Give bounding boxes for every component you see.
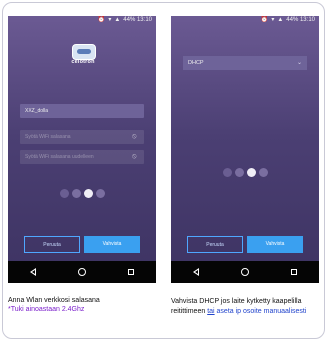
wifi-icon: ▾ [108, 17, 112, 23]
alarm-icon: ⏰ [260, 17, 269, 23]
loading-dot [83, 189, 93, 198]
loading-dot [59, 189, 69, 198]
status-text: 44% 13:10 [123, 17, 152, 23]
confirm-button[interactable]: Vahvista [84, 236, 140, 253]
loading-dot [234, 168, 244, 177]
phone-screen-wifi: ⏰ ▾ ▲ 44% 13:10 celotron XXZ_dolla Syötä… [8, 16, 156, 283]
back-icon[interactable] [27, 266, 39, 278]
logo-text: celotron [71, 59, 95, 65]
eye-off-icon[interactable]: ⦸ [132, 133, 140, 141]
status-text: 44% 13:10 [286, 17, 315, 23]
ip-mode-select[interactable]: DHCP ⌄ [183, 56, 307, 70]
recent-apps-icon[interactable] [288, 266, 300, 278]
caption-dhcp: Vahvista DHCP jos laite kytketty kaapeli… [171, 297, 321, 316]
password-placeholder: Syötä WiFi salasana [25, 134, 71, 140]
chevron-down-icon: ⌄ [296, 60, 302, 66]
ip-mode-value: DHCP [188, 60, 204, 66]
home-icon[interactable] [76, 266, 88, 278]
ssid-field[interactable]: XXZ_dolla [20, 104, 144, 118]
status-bar: ⏰ ▾ ▲ 44% 13:10 [8, 16, 156, 25]
loading-dot [246, 168, 256, 177]
eye-off-icon[interactable]: ⦸ [132, 153, 140, 161]
cancel-button[interactable]: Peruuta [24, 236, 80, 253]
loading-indicator [171, 168, 319, 178]
loading-dot [222, 168, 232, 177]
caption-wifi: Anna Wlan verkkosi salasana *Tuki ainoas… [8, 296, 158, 314]
signal-icon: ▲ [114, 17, 121, 23]
loading-dot [95, 189, 105, 198]
wifi-icon: ▾ [271, 17, 275, 23]
alarm-icon: ⏰ [97, 17, 106, 23]
loading-dot [258, 168, 268, 177]
caption-dhcp-text-2: aseta ip osoite manuaalisesti [214, 307, 307, 315]
android-nav-bar [171, 261, 319, 283]
back-icon[interactable] [190, 266, 202, 278]
caption-dhcp-link[interactable]: tai [207, 308, 214, 315]
android-nav-bar [8, 261, 156, 283]
home-icon[interactable] [239, 266, 251, 278]
brand-logo: celotron [66, 44, 100, 70]
password-field[interactable]: Syötä WiFi salasana ⦸ [20, 130, 144, 144]
password-confirm-field[interactable]: Syötä WiFi salasana uudelleen ⦸ [20, 150, 144, 164]
logo-mark-icon [72, 44, 96, 60]
loading-dot [71, 189, 81, 198]
signal-icon: ▲ [277, 17, 284, 23]
confirm-button[interactable]: Vahvista [247, 236, 303, 253]
caption-wifi-note: *Tuki ainoastaan 2.4Ghz [8, 306, 85, 313]
recent-apps-icon[interactable] [125, 266, 137, 278]
password-confirm-placeholder: Syötä WiFi salasana uudelleen [25, 154, 94, 160]
caption-wifi-text: Anna Wlan verkkosi salasana [8, 297, 100, 304]
phone-screen-dhcp: ⏰ ▾ ▲ 44% 13:10 DHCP ⌄ Peruuta Vahvista [171, 16, 319, 283]
cancel-button[interactable]: Peruuta [187, 236, 243, 253]
status-bar: ⏰ ▾ ▲ 44% 13:10 [171, 16, 319, 25]
loading-indicator [8, 189, 156, 199]
